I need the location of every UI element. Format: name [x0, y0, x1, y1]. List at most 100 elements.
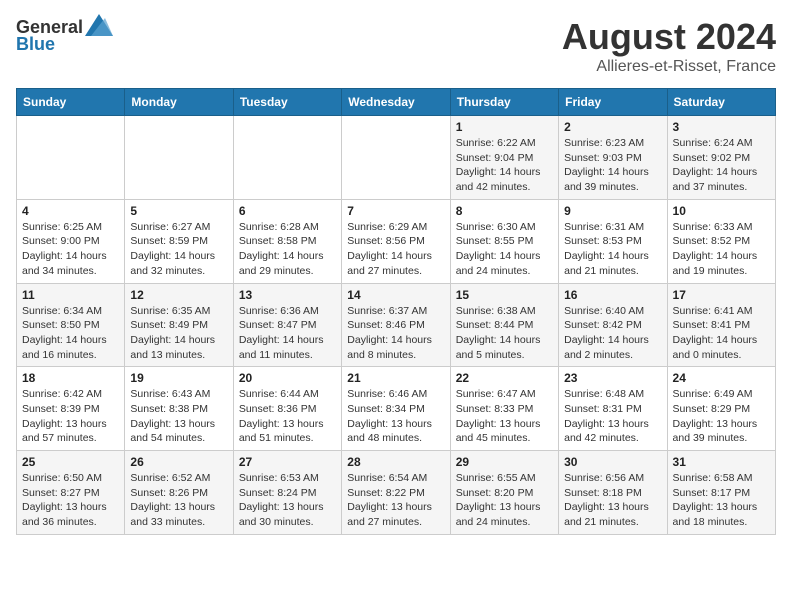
- calendar-cell: 31 Sunrise: 6:58 AMSunset: 8:17 PMDayligh…: [667, 451, 775, 535]
- calendar-cell: 27 Sunrise: 6:53 AMSunset: 8:24 PMDayligh…: [233, 451, 341, 535]
- calendar-cell: 24 Sunrise: 6:49 AMSunset: 8:29 PMDayligh…: [667, 367, 775, 451]
- day-number: 30: [564, 455, 661, 469]
- day-info: Sunrise: 6:52 AMSunset: 8:26 PMDaylight:…: [130, 471, 227, 530]
- day-number: 29: [456, 455, 553, 469]
- week-row-0: 1Sunrise: 6:22 AMSunset: 9:04 PMDaylight…: [17, 116, 776, 200]
- day-info: Sunrise: 6:31 AMSunset: 8:53 PMDaylight:…: [564, 220, 661, 279]
- day-number: 21: [347, 371, 444, 385]
- day-info: Sunrise: 6:25 AMSunset: 9:00 PMDaylight:…: [22, 220, 119, 279]
- calendar-cell: 12Sunrise: 6:35 AMSunset: 8:49 PMDayligh…: [125, 283, 233, 367]
- calendar-cell: 13 Sunrise: 6:36 AMSunset: 8:47 PMDayligh…: [233, 283, 341, 367]
- day-info: Sunrise: 6:46 AMSunset: 8:34 PMDaylight:…: [347, 387, 444, 446]
- title-area: August 2024 Allieres-et-Risset, France: [562, 16, 776, 76]
- day-number: 12: [130, 288, 227, 302]
- calendar-cell: 23 Sunrise: 6:48 AMSunset: 8:31 PMDayligh…: [559, 367, 667, 451]
- day-info: Sunrise: 6:34 AMSunset: 8:50 PMDaylight:…: [22, 304, 119, 363]
- day-number: 5: [130, 204, 227, 218]
- day-header-tuesday: Tuesday: [233, 89, 341, 116]
- day-header-sunday: Sunday: [17, 89, 125, 116]
- day-number: 18: [22, 371, 119, 385]
- calendar-header-row: SundayMondayTuesdayWednesdayThursdayFrid…: [17, 89, 776, 116]
- calendar-cell: 4 Sunrise: 6:25 AMSunset: 9:00 PMDaylight…: [17, 199, 125, 283]
- day-info: Sunrise: 6:29 AMSunset: 8:56 PMDaylight:…: [347, 220, 444, 279]
- day-number: 7: [347, 204, 444, 218]
- day-header-saturday: Saturday: [667, 89, 775, 116]
- calendar-cell: 7 Sunrise: 6:29 AMSunset: 8:56 PMDaylight…: [342, 199, 450, 283]
- day-info: Sunrise: 6:48 AMSunset: 8:31 PMDaylight:…: [564, 387, 661, 446]
- day-info: Sunrise: 6:53 AMSunset: 8:24 PMDaylight:…: [239, 471, 336, 530]
- day-number: 4: [22, 204, 119, 218]
- day-info: Sunrise: 6:37 AMSunset: 8:46 PMDaylight:…: [347, 304, 444, 363]
- day-number: 23: [564, 371, 661, 385]
- day-info: Sunrise: 6:42 AMSunset: 8:39 PMDaylight:…: [22, 387, 119, 446]
- week-row-4: 25 Sunrise: 6:50 AMSunset: 8:27 PMDayligh…: [17, 451, 776, 535]
- day-info: Sunrise: 6:49 AMSunset: 8:29 PMDaylight:…: [673, 387, 770, 446]
- calendar-cell: 18 Sunrise: 6:42 AMSunset: 8:39 PMDayligh…: [17, 367, 125, 451]
- calendar-cell: 8 Sunrise: 6:30 AMSunset: 8:55 PMDaylight…: [450, 199, 558, 283]
- day-number: 25: [22, 455, 119, 469]
- calendar-cell: 5 Sunrise: 6:27 AMSunset: 8:59 PMDaylight…: [125, 199, 233, 283]
- day-number: 8: [456, 204, 553, 218]
- day-header-wednesday: Wednesday: [342, 89, 450, 116]
- day-number: 10: [673, 204, 770, 218]
- day-number: 13: [239, 288, 336, 302]
- calendar-cell: 14 Sunrise: 6:37 AMSunset: 8:46 PMDayligh…: [342, 283, 450, 367]
- calendar-cell: 9 Sunrise: 6:31 AMSunset: 8:53 PMDaylight…: [559, 199, 667, 283]
- week-row-3: 18 Sunrise: 6:42 AMSunset: 8:39 PMDayligh…: [17, 367, 776, 451]
- calendar-cell: [342, 116, 450, 200]
- day-number: 20: [239, 371, 336, 385]
- location: Allieres-et-Risset, France: [562, 58, 776, 76]
- day-number: 19: [130, 371, 227, 385]
- day-info: Sunrise: 6:38 AMSunset: 8:44 PMDaylight:…: [456, 304, 553, 363]
- day-number: 2: [564, 120, 661, 134]
- day-number: 14: [347, 288, 444, 302]
- day-number: 26: [130, 455, 227, 469]
- day-info: Sunrise: 6:40 AMSunset: 8:42 PMDaylight:…: [564, 304, 661, 363]
- calendar-cell: [17, 116, 125, 200]
- day-info: Sunrise: 6:58 AMSunset: 8:17 PMDaylight:…: [673, 471, 770, 530]
- day-header-thursday: Thursday: [450, 89, 558, 116]
- calendar-cell: 21 Sunrise: 6:46 AMSunset: 8:34 PMDayligh…: [342, 367, 450, 451]
- calendar-cell: 30Sunrise: 6:56 AMSunset: 8:18 PMDayligh…: [559, 451, 667, 535]
- day-info: Sunrise: 6:30 AMSunset: 8:55 PMDaylight:…: [456, 220, 553, 279]
- month-year: August 2024: [562, 16, 776, 58]
- calendar-cell: 26 Sunrise: 6:52 AMSunset: 8:26 PMDayligh…: [125, 451, 233, 535]
- day-info: Sunrise: 6:43 AMSunset: 8:38 PMDaylight:…: [130, 387, 227, 446]
- day-number: 9: [564, 204, 661, 218]
- calendar-cell: 6 Sunrise: 6:28 AMSunset: 8:58 PMDaylight…: [233, 199, 341, 283]
- logo-blue: Blue: [16, 34, 55, 55]
- calendar-cell: 25 Sunrise: 6:50 AMSunset: 8:27 PMDayligh…: [17, 451, 125, 535]
- day-number: 16: [564, 288, 661, 302]
- day-number: 17: [673, 288, 770, 302]
- week-row-2: 11 Sunrise: 6:34 AMSunset: 8:50 PMDayligh…: [17, 283, 776, 367]
- day-number: 15: [456, 288, 553, 302]
- logo-icon: [85, 14, 113, 36]
- day-number: 22: [456, 371, 553, 385]
- day-info: Sunrise: 6:27 AMSunset: 8:59 PMDaylight:…: [130, 220, 227, 279]
- day-info: Sunrise: 6:50 AMSunset: 8:27 PMDaylight:…: [22, 471, 119, 530]
- day-number: 27: [239, 455, 336, 469]
- day-number: 31: [673, 455, 770, 469]
- calendar-cell: 1Sunrise: 6:22 AMSunset: 9:04 PMDaylight…: [450, 116, 558, 200]
- day-info: Sunrise: 6:47 AMSunset: 8:33 PMDaylight:…: [456, 387, 553, 446]
- day-info: Sunrise: 6:22 AMSunset: 9:04 PMDaylight:…: [456, 136, 553, 195]
- day-info: Sunrise: 6:44 AMSunset: 8:36 PMDaylight:…: [239, 387, 336, 446]
- logo: General Blue: [16, 16, 113, 55]
- calendar-cell: 15 Sunrise: 6:38 AMSunset: 8:44 PMDayligh…: [450, 283, 558, 367]
- calendar-cell: 10Sunrise: 6:33 AMSunset: 8:52 PMDayligh…: [667, 199, 775, 283]
- day-info: Sunrise: 6:28 AMSunset: 8:58 PMDaylight:…: [239, 220, 336, 279]
- calendar-cell: 11 Sunrise: 6:34 AMSunset: 8:50 PMDayligh…: [17, 283, 125, 367]
- day-info: Sunrise: 6:41 AMSunset: 8:41 PMDaylight:…: [673, 304, 770, 363]
- day-number: 6: [239, 204, 336, 218]
- calendar-cell: [125, 116, 233, 200]
- calendar-cell: 17 Sunrise: 6:41 AMSunset: 8:41 PMDayligh…: [667, 283, 775, 367]
- day-info: Sunrise: 6:36 AMSunset: 8:47 PMDaylight:…: [239, 304, 336, 363]
- day-number: 24: [673, 371, 770, 385]
- calendar-cell: 19 Sunrise: 6:43 AMSunset: 8:38 PMDayligh…: [125, 367, 233, 451]
- header: General Blue August 2024 Allieres-et-Ris…: [16, 16, 776, 76]
- day-number: 3: [673, 120, 770, 134]
- calendar-cell: [233, 116, 341, 200]
- calendar-cell: 29Sunrise: 6:55 AMSunset: 8:20 PMDayligh…: [450, 451, 558, 535]
- day-header-friday: Friday: [559, 89, 667, 116]
- day-number: 11: [22, 288, 119, 302]
